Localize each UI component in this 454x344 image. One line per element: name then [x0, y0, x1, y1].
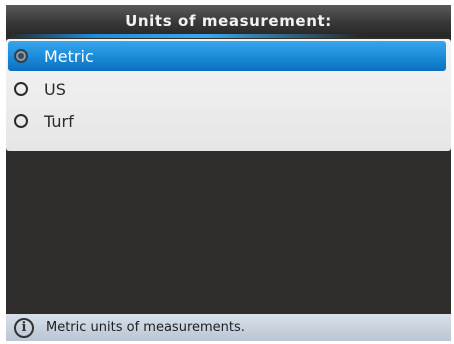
units-dialog-screen: Units of measurement: Metric US Turf i M… — [6, 5, 451, 341]
radio-unselected-icon[interactable] — [14, 82, 28, 96]
option-turf[interactable]: Turf — [8, 106, 446, 136]
status-text: Metric units of measurements. — [46, 320, 245, 335]
status-bar: i Metric units of measurements. — [6, 314, 451, 341]
title-accent-line — [6, 34, 451, 38]
dialog-title: Units of measurement: — [6, 5, 451, 37]
option-label: Turf — [44, 111, 74, 131]
info-icon: i — [14, 317, 34, 338]
radio-unselected-icon[interactable] — [14, 114, 28, 128]
option-metric[interactable]: Metric — [8, 41, 446, 71]
option-label: Metric — [44, 46, 94, 66]
options-list: Metric US Turf — [6, 39, 451, 151]
option-us[interactable]: US — [8, 74, 446, 104]
option-label: US — [44, 79, 66, 99]
radio-selected-icon[interactable] — [14, 49, 28, 63]
